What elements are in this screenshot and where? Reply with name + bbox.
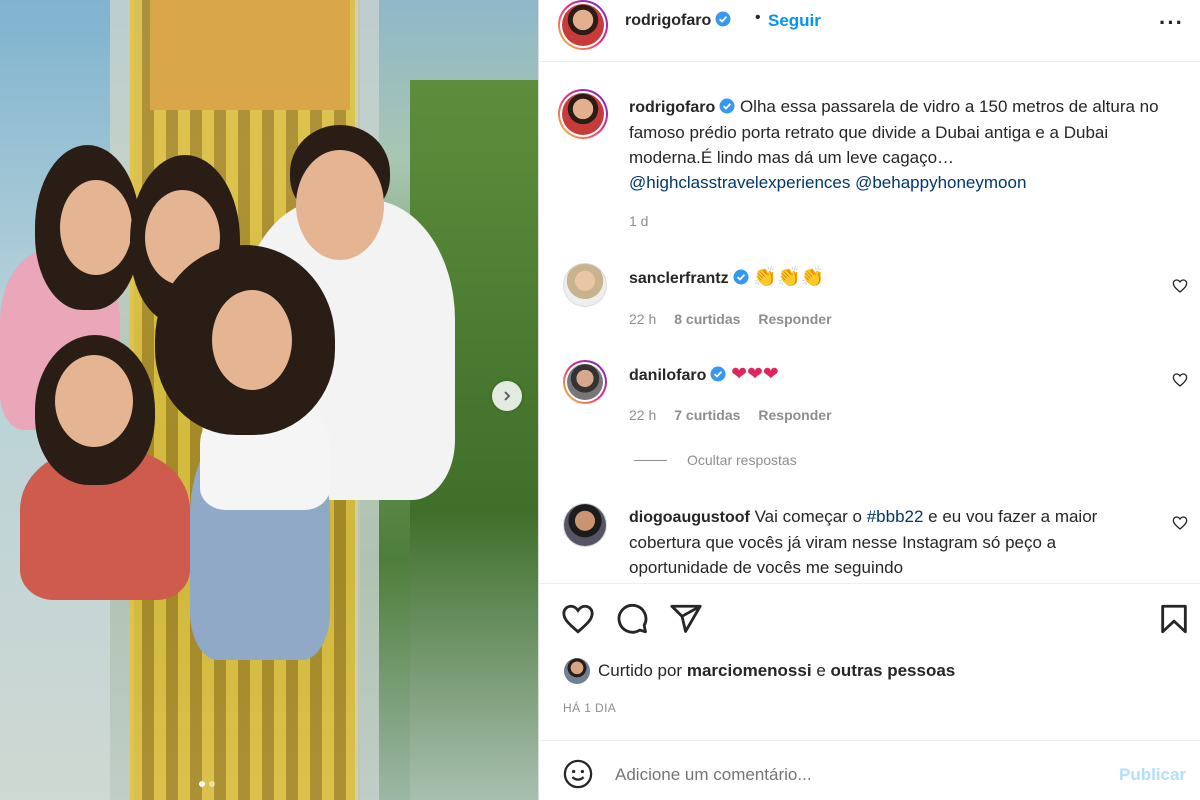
photo-person-shape bbox=[212, 290, 292, 390]
photo-person-shape bbox=[60, 180, 132, 275]
verified-icon bbox=[733, 269, 749, 285]
post-photo[interactable] bbox=[0, 0, 538, 800]
share-icon[interactable] bbox=[669, 602, 703, 636]
commenter-avatar[interactable] bbox=[563, 360, 607, 404]
comment-input[interactable] bbox=[615, 765, 1095, 785]
photo-person-shape bbox=[296, 150, 384, 260]
caption-mentions[interactable]: @highclasstravelexperiences @behappyhone… bbox=[629, 173, 1026, 192]
hide-replies-label: Ocultar respostas bbox=[687, 452, 797, 468]
header-separator: • bbox=[755, 9, 761, 26]
reply-button[interactable]: Responder bbox=[758, 311, 831, 327]
emoji-icon[interactable] bbox=[563, 759, 593, 789]
commenter-username[interactable]: sanclerfrantz bbox=[629, 270, 729, 287]
post-header: rodrigofaro • Seguir ··· bbox=[539, 0, 1200, 62]
comment-likes[interactable]: 8 curtidas bbox=[674, 311, 740, 327]
hide-replies-button[interactable]: Ocultar respostas bbox=[634, 452, 797, 468]
post-actions: Curtido por marciomenossi e outras pesso… bbox=[539, 583, 1200, 740]
comment-meta: 22 h 8 curtidas Responder bbox=[629, 311, 832, 327]
caption-author[interactable]: rodrigofaro bbox=[629, 99, 715, 116]
commenter-username[interactable]: danilofaro bbox=[629, 367, 706, 384]
liked-by: Curtido por marciomenossi e outras pesso… bbox=[564, 658, 955, 684]
hide-replies-line bbox=[634, 459, 667, 461]
liker-username[interactable]: marciomenossi bbox=[687, 661, 812, 680]
instagram-post-view: rodrigofaro • Seguir ··· rodrigofaro Olh… bbox=[0, 0, 1200, 800]
photo-building bbox=[150, 0, 350, 110]
liked-by-text: Curtido por marciomenossi e outras pesso… bbox=[598, 661, 956, 680]
carousel-dot bbox=[209, 781, 215, 787]
comment-text: 👏👏👏 bbox=[753, 266, 825, 288]
post-details-panel: rodrigofaro • Seguir ··· rodrigofaro Olh… bbox=[539, 0, 1200, 800]
comment-meta: 22 h 7 curtidas Responder bbox=[629, 407, 832, 423]
caption-author-avatar[interactable] bbox=[558, 89, 608, 139]
comment-text: Vai começar o bbox=[754, 507, 867, 526]
comment-heart-icon[interactable] bbox=[1172, 278, 1188, 294]
commenter-avatar[interactable] bbox=[563, 503, 607, 547]
comment-body: diogoaugustoof Vai começar o #bbb22 e eu… bbox=[629, 504, 1149, 580]
author-avatar[interactable] bbox=[558, 0, 608, 50]
comment-body: sanclerfrantz 👏👏👏 bbox=[629, 265, 1149, 291]
reply-button[interactable]: Responder bbox=[758, 407, 831, 423]
comment-time[interactable]: 22 h bbox=[629, 311, 656, 327]
comments-list[interactable]: rodrigofaro Olha essa passarela de vidro… bbox=[539, 63, 1200, 583]
photo-person-shape bbox=[55, 355, 133, 447]
caption-time[interactable]: 1 d bbox=[629, 213, 648, 229]
verified-icon bbox=[710, 366, 726, 382]
comment-heart-icon[interactable] bbox=[1172, 515, 1188, 531]
comment-body: danilofaro ❤❤❤ bbox=[629, 362, 1149, 388]
carousel-next-button[interactable] bbox=[492, 381, 522, 411]
follow-button[interactable]: Seguir bbox=[768, 11, 821, 31]
commenter-username[interactable]: diogoaugustoof bbox=[629, 509, 750, 526]
other-likers[interactable]: outras pessoas bbox=[831, 661, 956, 680]
comment-hashtag[interactable]: #bbb22 bbox=[867, 507, 924, 526]
carousel-dot-active bbox=[199, 781, 205, 787]
author-username[interactable]: rodrigofaro bbox=[625, 11, 731, 30]
commenter-avatar[interactable] bbox=[563, 263, 607, 307]
verified-icon bbox=[719, 98, 735, 114]
add-comment-bar: Publicar bbox=[539, 740, 1200, 800]
comment-icon[interactable] bbox=[615, 602, 649, 636]
like-heart-icon[interactable] bbox=[561, 602, 595, 636]
post-caption: rodrigofaro Olha essa passarela de vidro… bbox=[629, 94, 1169, 195]
posted-time[interactable]: HÁ 1 DIA bbox=[563, 701, 616, 715]
chevron-right-icon bbox=[504, 391, 511, 401]
comment-time[interactable]: 22 h bbox=[629, 407, 656, 423]
carousel-indicator bbox=[199, 781, 215, 787]
publish-button[interactable]: Publicar bbox=[1119, 765, 1186, 785]
comment-likes[interactable]: 7 curtidas bbox=[674, 407, 740, 423]
bookmark-icon[interactable] bbox=[1157, 602, 1191, 636]
liker-avatar[interactable] bbox=[564, 658, 590, 684]
comment-heart-icon[interactable] bbox=[1172, 372, 1188, 388]
comment-text: ❤❤❤ bbox=[731, 363, 779, 385]
verified-icon bbox=[715, 11, 731, 27]
more-options-icon[interactable]: ··· bbox=[1159, 10, 1184, 36]
